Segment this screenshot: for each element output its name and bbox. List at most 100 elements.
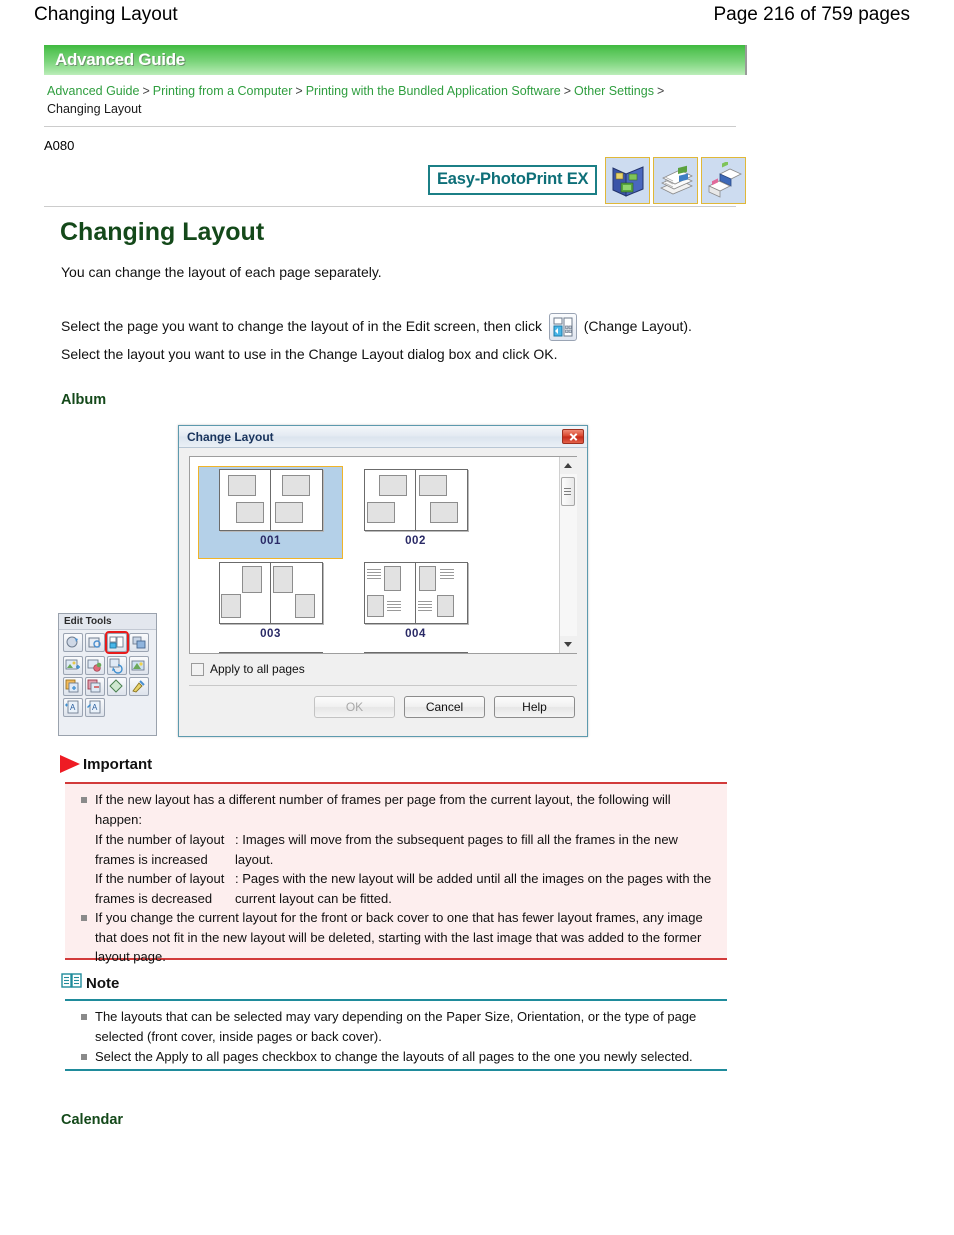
note-item-text: The layouts that can be selected may var… [95,1009,697,1044]
apply-to-all-pages-checkbox[interactable] [191,662,204,676]
change-background-tool-icon[interactable] [129,633,149,652]
image-effects-tool-icon[interactable] [129,656,149,675]
page-title: Changing Layout [34,4,178,25]
delete-page-tool-icon[interactable] [85,677,105,696]
change-layout-icon[interactable] [548,313,577,342]
photo-stack-icon[interactable] [653,156,699,204]
important-item-text: If the new layout has a different number… [95,792,671,827]
easy-photoprint-ex-logo: Easy-PhotoPrint EX [428,165,598,195]
edit-tools-title: Edit Tools [59,614,156,630]
layout-list-scrollbar[interactable] [559,457,577,653]
layout-frame [275,502,303,523]
layout-frame [383,566,401,591]
breadcrumb-item-other-settings[interactable]: Other Settings [574,84,654,98]
layout-grid: 001 002 003 004 [190,457,559,653]
layout-label: 002 [405,535,426,547]
bullet-icon [81,1054,87,1060]
scroll-down-icon[interactable] [559,636,577,653]
layout-option-004[interactable]: 004 [343,559,488,652]
swap-image-tool-icon[interactable] [85,656,105,675]
product-logo-row: Easy-PhotoPrint EX [428,156,747,204]
cancel-button[interactable]: Cancel [404,696,485,718]
dialog-button-row: OK Cancel Help [189,686,577,718]
thumb-page-right [416,470,467,530]
layout-frame [366,502,395,523]
main-heading: Changing Layout [60,218,265,246]
bullet-icon [81,797,87,803]
header-divider [44,126,736,127]
svg-text:A: A [70,703,76,712]
layout-label: 001 [260,535,281,547]
close-icon[interactable] [562,429,584,444]
breadcrumb-item-printing-with-bundled-software[interactable]: Printing with the Bundled Application So… [306,84,561,98]
apply-to-all-pages-row[interactable]: Apply to all pages [189,662,577,676]
layout-option-partial[interactable] [198,652,343,653]
replace-image-tool-icon[interactable] [107,656,127,675]
dialog-titlebar[interactable]: Change Layout [179,426,587,448]
step-line1-suffix: (Change Layout). [583,318,692,334]
edit-tools-row: A A [63,698,152,717]
layout-frame [430,502,458,523]
album-icon[interactable] [605,156,651,204]
scroll-up-icon[interactable] [559,457,577,474]
important-definition-desc: : Images will move from the subsequent p… [235,832,678,867]
layout-label: 004 [405,628,426,640]
layout-frame [282,475,310,496]
help-button[interactable]: Help [494,696,575,718]
scrollbar-track[interactable] [559,474,577,636]
bullet-icon [81,915,87,921]
important-arrow-icon [60,755,80,773]
document-id: A080 [44,138,75,153]
breadcrumb: Advanced Guide > Printing from a Computer >… [47,82,747,118]
note-item-text: Select the Apply to all pages checkbox t… [95,1049,693,1064]
layout-frame [295,594,315,618]
note-item: Select the Apply to all pages checkbox t… [75,1047,717,1067]
dialog-body: 001 002 003 004 Apply to all pages OK Ca… [179,448,587,718]
layout-frame [227,475,256,496]
scrollbar-thumb[interactable] [560,477,575,506]
intro-paragraph: You can change the layout of each page s… [61,264,382,280]
layout-option-partial[interactable] [343,652,488,653]
layout-frame [273,566,293,593]
layout-frame [220,594,241,618]
rotate-tool-icon[interactable] [63,633,83,652]
breadcrumb-item-advanced-guide[interactable]: Advanced Guide [47,84,139,98]
important-definition-term: If the number of layout frames is increa… [95,832,225,867]
ok-button[interactable]: OK [314,696,395,718]
caption-lines [386,601,401,613]
edit-text-tool-icon[interactable]: A [85,698,105,717]
layout-option-003[interactable]: 003 [198,559,343,652]
layout-option-002[interactable]: 002 [343,466,488,559]
breadcrumb-separator: > [295,84,303,98]
layout-thumbnail [363,652,468,653]
thumb-page-left [365,470,416,530]
page-number-indicator: Page 216 of 759 pages [713,4,910,25]
add-page-tool-icon[interactable] [63,677,83,696]
add-image-tool-icon[interactable] [63,656,83,675]
steps-paragraph: Select the page you want to change the l… [61,313,731,367]
svg-text:A: A [92,703,98,712]
important-definition-term: If the number of layout frames is decrea… [95,871,225,906]
breadcrumb-separator: > [142,84,150,98]
change-layout-tool-icon[interactable] [105,631,129,654]
apply-to-all-pages-label: Apply to all pages [210,662,305,676]
layout-list[interactable]: 001 002 003 004 [189,456,577,654]
decorate-tool-icon[interactable] [129,677,149,696]
logo-divider [44,206,736,207]
caption-lines [366,569,381,581]
breadcrumb-separator: > [563,84,572,98]
breadcrumb-item-printing-from-a-computer[interactable]: Printing from a Computer [153,84,293,98]
note-item: The layouts that can be selected may var… [75,1007,717,1046]
add-text-tool-icon[interactable]: A [63,698,83,717]
trim-tool-icon[interactable] [85,633,105,652]
advanced-guide-banner-label: Advanced Guide [55,50,185,69]
clip-art-tool-icon[interactable] [107,677,127,696]
calendar-icon[interactable] [701,156,747,204]
breadcrumb-separator: > [656,84,665,98]
thumb-page-left [220,563,271,623]
thumb-page-right [416,563,467,623]
layout-option-001[interactable]: 001 [198,466,343,559]
important-item: If the new layout has a different number… [75,790,717,829]
important-box: If the new layout has a different number… [65,782,727,964]
layout-thumbnail [218,469,323,531]
